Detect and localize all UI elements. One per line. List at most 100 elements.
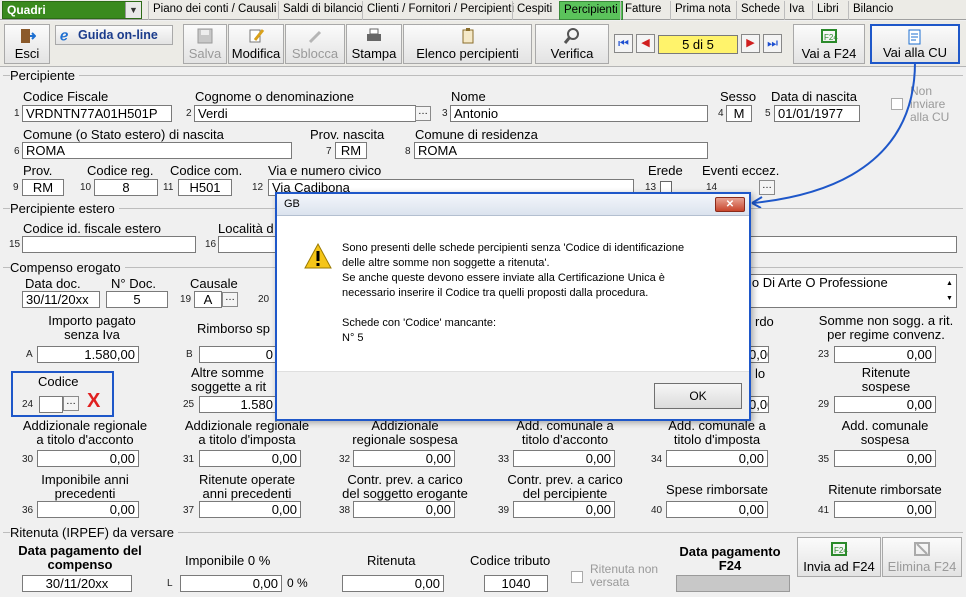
prov-field[interactable]: RM xyxy=(22,179,64,196)
tab-prima-nota[interactable]: Prima nota xyxy=(670,1,735,20)
tab-fatture[interactable]: Fatture xyxy=(620,1,665,20)
tab-iva[interactable]: Iva xyxy=(784,1,808,20)
prov-label: Prov. xyxy=(23,163,53,178)
r34-field[interactable]: 0,00 xyxy=(666,450,768,467)
causale-field[interactable]: A xyxy=(194,291,222,308)
accordo-label: rdo xyxy=(755,314,774,329)
n-doc-label: N° Doc. xyxy=(111,276,156,291)
field-num: 10 xyxy=(80,182,92,193)
altre-field[interactable]: 1.580 xyxy=(199,396,277,413)
tab-bilancio[interactable]: Bilancio xyxy=(848,1,897,20)
r40-field[interactable]: 0,00 xyxy=(666,501,768,518)
imponibile-field[interactable]: 0,00 xyxy=(180,575,282,592)
field-num: 34 xyxy=(651,454,663,465)
f24-icon: F24 xyxy=(821,29,838,43)
verifica-button[interactable]: Verifica xyxy=(535,24,609,64)
r39-field[interactable]: 0,00 xyxy=(513,501,615,518)
r37-field[interactable]: 0,00 xyxy=(199,501,301,518)
r40-label: Spese rimborsate xyxy=(666,482,768,497)
stampa-button[interactable]: Stampa xyxy=(346,24,402,64)
field-num: 6 xyxy=(14,146,20,157)
via-label: Via e numero civico xyxy=(268,163,382,178)
module-tabbar: Quadri ▼ Piano dei conti / Causali Saldi… xyxy=(0,0,966,20)
chevron-down-icon[interactable]: ▼ xyxy=(125,2,141,18)
sblocca-button[interactable]: Sblocca xyxy=(285,24,345,64)
comune-residenza-field[interactable]: ROMA xyxy=(414,142,708,159)
nome-label: Nome xyxy=(451,89,486,104)
nome-field[interactable]: Antonio xyxy=(450,105,708,122)
vai-alla-cu-button[interactable]: Vai alla CU xyxy=(870,24,960,64)
estero-right-field[interactable] xyxy=(745,236,957,253)
codice-fiscale-field[interactable]: VRDNTN77A01H501P xyxy=(22,105,172,122)
last-record-icon[interactable]: ⏭ xyxy=(763,34,782,53)
next-record-icon[interactable]: ▶ xyxy=(741,34,760,53)
scroll-arrows-icon[interactable]: ▲ ▼ xyxy=(944,276,955,306)
tab-saldi[interactable]: Saldi di bilancio xyxy=(278,1,367,20)
ok-button[interactable]: OK xyxy=(654,383,742,409)
modifica-button[interactable]: Modifica xyxy=(228,24,284,64)
field-num: 24 xyxy=(22,399,34,410)
vai-a-f24-button[interactable]: F24 Vai a F24 xyxy=(793,24,865,64)
salva-button[interactable]: Salva xyxy=(183,24,227,64)
r32-field[interactable]: 0,00 xyxy=(353,450,455,467)
cu-document-icon xyxy=(908,29,921,45)
first-record-icon[interactable]: ⏮ xyxy=(614,34,633,53)
cognome-field[interactable]: Verdi xyxy=(194,105,416,122)
r31-field[interactable]: 0,00 xyxy=(199,450,301,467)
data-f24-label: Data pagamento F24 xyxy=(679,544,781,573)
ritenuta-title: Ritenuta (IRPEF) da versare xyxy=(10,525,179,540)
module-combo[interactable]: Quadri ▼ xyxy=(2,1,142,19)
ritenuta-field[interactable]: 0,00 xyxy=(342,575,444,592)
cod-tributo-field[interactable]: 1040 xyxy=(484,575,548,592)
exit-door-icon xyxy=(21,29,36,43)
cod-estero-field[interactable] xyxy=(22,236,196,253)
importo-field[interactable]: 1.580,00 xyxy=(37,346,139,363)
ritenuta-label: Ritenuta xyxy=(367,553,416,568)
cod-com-label: Codice com. xyxy=(170,163,243,178)
data-pag-field[interactable]: 30/11/20xx xyxy=(22,575,132,592)
guida-online-button[interactable]: ℯ Guida on-line xyxy=(55,25,173,45)
tab-cespiti[interactable]: Cespiti xyxy=(512,1,556,20)
tab-libri[interactable]: Libri xyxy=(812,1,843,20)
prov-nascita-field[interactable]: RM xyxy=(335,142,367,159)
rit-sosp-field[interactable]: 0,00 xyxy=(834,396,936,413)
tab-schede[interactable]: Schede xyxy=(736,1,784,20)
r33-field[interactable]: 0,00 xyxy=(513,450,615,467)
r41-label: Ritenute rimborsate xyxy=(828,482,942,497)
r36-field[interactable]: 0,00 xyxy=(37,501,139,518)
r38-field[interactable]: 0,00 xyxy=(353,501,455,518)
tab-clienti[interactable]: Clienti / Fornitori / Percipienti xyxy=(362,1,518,20)
printer-icon xyxy=(367,28,381,41)
codice-lookup-button[interactable]: … xyxy=(63,396,79,411)
dialog-close-icon[interactable]: ✕ xyxy=(715,197,745,212)
esci-button[interactable]: Esci xyxy=(4,24,50,64)
r30-field[interactable]: 0,00 xyxy=(37,450,139,467)
cod-com-field[interactable]: H501 xyxy=(178,179,232,196)
dialog-message: Sono presenti delle schede percipienti s… xyxy=(342,242,685,344)
cognome-lookup-button[interactable]: … xyxy=(415,106,431,121)
somme-field[interactable]: 0,00 xyxy=(834,346,936,363)
field-num: 19 xyxy=(180,294,192,305)
tab-percipienti[interactable]: Percipienti xyxy=(559,1,623,20)
cod-reg-field[interactable]: 8 xyxy=(94,179,158,196)
invia-f24-button[interactable]: F24 Invia ad F24 xyxy=(797,537,881,577)
tab-piano-conti[interactable]: Piano dei conti / Causali xyxy=(148,1,280,20)
non-versata-checkbox[interactable] xyxy=(571,571,583,583)
rimborso-label: Rimborso sp xyxy=(197,321,270,336)
codice-label: Codice xyxy=(38,374,79,389)
altre-label: Altre somme soggette a rit xyxy=(191,365,267,394)
comune-nascita-field[interactable]: ROMA xyxy=(22,142,292,159)
r35-field[interactable]: 0,00 xyxy=(834,450,936,467)
elenco-percipienti-button[interactable]: Elenco percipienti xyxy=(403,24,532,64)
r39-label: Contr. prev. a carico del percipiente xyxy=(507,472,623,501)
n-doc-field[interactable]: 5 xyxy=(106,291,168,308)
prev-record-icon[interactable]: ◀ xyxy=(636,34,655,53)
elimina-f24-button[interactable]: Elimina F24 xyxy=(882,537,962,577)
data-doc-field[interactable]: 30/11/20xx xyxy=(22,291,100,308)
rimborso-field[interactable]: 0 xyxy=(199,346,277,363)
field-num: 39 xyxy=(498,505,510,516)
r41-field[interactable]: 0,00 xyxy=(834,501,936,518)
prov-nascita-label: Prov. nascita xyxy=(310,127,385,142)
codice-field[interactable] xyxy=(39,396,63,413)
causale-lookup-button[interactable]: … xyxy=(222,292,238,307)
